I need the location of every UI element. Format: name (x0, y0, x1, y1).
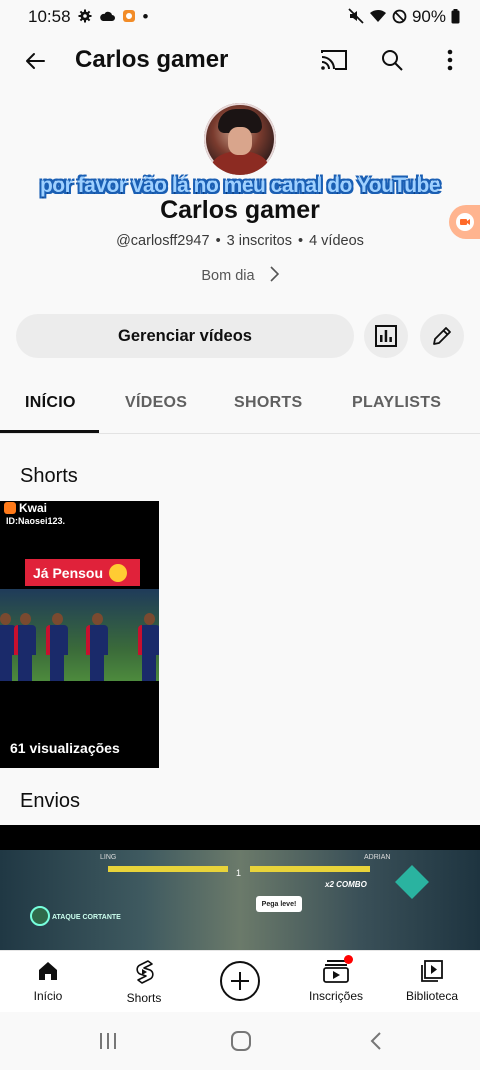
short-banner: Já Pensou (25, 559, 140, 586)
channel-description[interactable]: Bom dia (0, 266, 480, 286)
nav-subscriptions-label: Inscrições (308, 989, 364, 1003)
meta-separator: • (297, 233, 304, 249)
short-banner-text: Já Pensou (33, 564, 104, 581)
recent-apps-icon[interactable] (93, 1028, 123, 1054)
app-notification-icon (122, 9, 136, 25)
more-vert-icon[interactable] (432, 42, 468, 78)
nav-home[interactable]: Início (0, 959, 96, 1003)
nav-home-label: Início (33, 989, 63, 1003)
channel-tabs: INÍCIO VÍDEOS SHORTS PLAYLISTS (0, 382, 480, 434)
bottom-navigation: Início Shorts Inscrições Biblioteca (0, 950, 480, 1012)
mute-icon (348, 8, 364, 26)
analytics-icon[interactable] (364, 314, 408, 358)
shorts-section-title: Shorts (20, 465, 78, 487)
system-navigation (0, 1012, 480, 1070)
back-chevron-icon[interactable] (361, 1028, 391, 1054)
video-count: 4 vídeos (309, 233, 364, 249)
short-view-count: 61 visualizações (10, 740, 120, 756)
back-arrow-icon[interactable] (18, 44, 52, 78)
search-icon[interactable] (374, 42, 410, 78)
status-dot: • (142, 7, 149, 26)
gear-icon (78, 9, 92, 25)
skill-label: ATAQUE CORTANTE (52, 914, 121, 921)
create-plus-icon[interactable] (220, 961, 260, 1001)
channel-meta: @carlosff2947 • 3 inscritos • 4 vídeos (0, 233, 480, 249)
nav-shorts[interactable]: Shorts (96, 959, 192, 1005)
status-bar: 10:58 • 90% (0, 0, 480, 34)
video-thumbnail[interactable]: LING 1 ADRIAN x2 COMBO Pega leve! ATAQUE… (0, 825, 480, 950)
short-thumbnail[interactable]: Kwai ID:Naosei123. Já Pensou 61 visualiz… (0, 501, 159, 768)
nav-library[interactable]: Biblioteca (384, 959, 480, 1003)
subscriptions-icon (323, 955, 353, 986)
kwai-watermark: Kwai (4, 501, 47, 515)
nav-subscriptions[interactable]: Inscrições (288, 955, 384, 1003)
manage-videos-button[interactable]: Gerenciar vídeos (16, 314, 354, 358)
chevron-right-icon (269, 266, 279, 286)
shorts-icon (132, 959, 156, 988)
meta-separator: • (215, 233, 221, 249)
cast-icon[interactable] (316, 42, 352, 78)
battery-icon (451, 8, 460, 26)
kwai-brand: Kwai (19, 501, 48, 515)
hud-player-right: ADRIAN (364, 854, 391, 861)
tab-playlists[interactable]: PLAYLISTS (352, 394, 441, 412)
tab-videos[interactable]: VÍDEOS (125, 394, 187, 412)
hud-player-left: LING (100, 854, 117, 861)
tab-active-indicator (0, 430, 99, 433)
thinking-emoji-icon (109, 563, 128, 582)
game-scene: LING 1 ADRIAN x2 COMBO Pega leve! ATAQUE… (0, 850, 480, 950)
nav-library-label: Biblioteca (405, 989, 459, 1003)
hp-bar-left (108, 866, 228, 872)
prompt-bubble: Pega leve! (256, 896, 302, 912)
tab-inicio[interactable]: INÍCIO (25, 394, 76, 412)
gem-icon (395, 865, 429, 899)
channel-description-text: Bom dia (201, 268, 255, 284)
app-bar-title: Carlos gamer (75, 46, 229, 73)
edit-pencil-icon[interactable] (420, 314, 464, 358)
home-icon (36, 959, 60, 986)
skill-icon (30, 906, 50, 926)
hp-bar-right (250, 866, 370, 872)
nav-shorts-label: Shorts (126, 991, 162, 1005)
tab-shorts[interactable]: SHORTS (234, 394, 302, 412)
library-icon (420, 959, 444, 986)
channel-avatar[interactable] (204, 103, 276, 175)
battery-percent: 90% (411, 7, 446, 26)
home-circle-icon[interactable] (226, 1028, 256, 1054)
hud-round: 1 (236, 868, 242, 878)
status-time: 10:58 (28, 7, 71, 26)
app-bar: Carlos gamer (0, 34, 480, 88)
channel-name: Carlos gamer (160, 196, 320, 224)
kwai-logo-icon (4, 502, 16, 514)
football-scene (0, 589, 159, 681)
combo-text: x2 COMBO (325, 880, 367, 889)
channel-handle: @carlosff2947 (116, 233, 210, 249)
dnd-icon (392, 9, 407, 26)
uploads-section-title: Envios (20, 790, 81, 812)
cloud-icon (99, 10, 115, 24)
video-overlay-caption: por favor vão lá no meu canal do YouTube (39, 174, 441, 197)
wifi-icon (369, 9, 387, 25)
notification-dot (344, 955, 353, 964)
subscriber-count: 3 inscritos (226, 233, 292, 249)
kwai-id: ID:Naosei123. (6, 516, 66, 526)
